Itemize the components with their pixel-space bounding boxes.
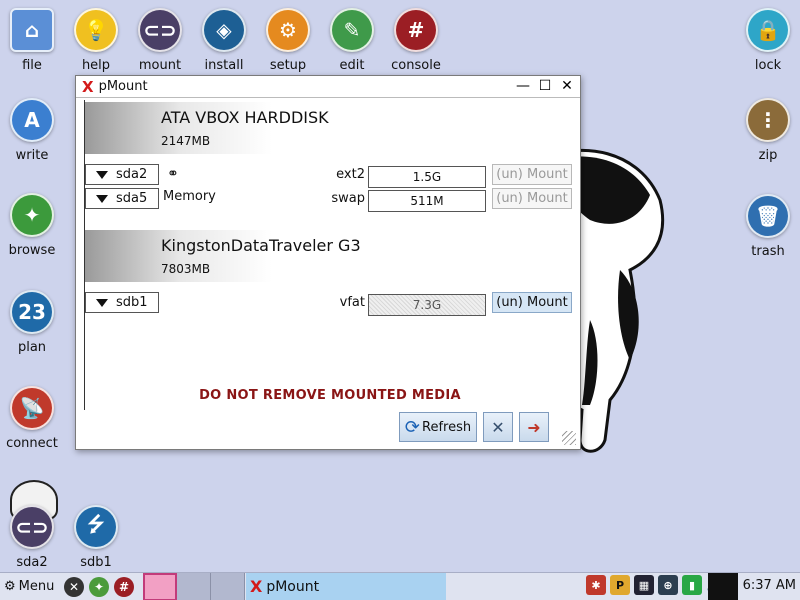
exit-door-icon: ➜ <box>527 417 541 437</box>
fs-label: ext2 <box>336 167 365 182</box>
pen-icon: A <box>10 98 54 142</box>
desktop-icon-help[interactable]: 💡 help <box>64 8 128 73</box>
partition-button-sda5[interactable]: sda5 <box>85 188 159 209</box>
pencil-icon: ✎ <box>330 8 374 52</box>
desktop-icon-browse[interactable]: ✦ browse <box>0 193 64 258</box>
desktop-icon-edit[interactable]: ✎ edit <box>320 8 384 73</box>
pmount-logo-icon: X <box>82 77 94 96</box>
workspace-3[interactable] <box>211 572 245 600</box>
close-window-icon[interactable]: ✕ <box>64 576 84 597</box>
dropdown-arrow-icon <box>96 298 108 307</box>
desktop-icon-sda2[interactable]: ⊂⊃ sda2 <box>0 505 64 570</box>
disk-name: KingstonDataTraveler G3 <box>161 236 361 255</box>
resize-grip[interactable] <box>562 431 576 445</box>
gear-icon: ⚙ <box>266 8 310 52</box>
close-button[interactable]: ✕ <box>560 78 574 94</box>
folder-home-icon: ⌂ <box>10 8 54 52</box>
desktop-icon-file[interactable]: ⌂ file <box>0 8 64 73</box>
desktop-icon-console[interactable]: # console <box>384 8 448 73</box>
disk-name: ATA VBOX HARDDISK <box>161 108 329 127</box>
partition-button-sda2[interactable]: sda2 <box>85 164 159 185</box>
minimize-button[interactable]: — <box>516 78 530 94</box>
mount-button-sda2[interactable]: (un) Mount <box>492 164 572 185</box>
terminal-icon: # <box>394 8 438 52</box>
dropdown-arrow-icon <box>96 194 108 203</box>
dropdown-arrow-icon <box>96 170 108 179</box>
size-box: 7.3G <box>368 294 486 316</box>
window-titlebar[interactable]: X pMount — ☐ ✕ <box>76 76 580 98</box>
network-icon[interactable]: ⊕ <box>658 575 678 595</box>
menu-button[interactable]: ⚙ Menu <box>0 579 64 594</box>
mount-button-sdb1[interactable]: (un) Mount <box>492 292 572 313</box>
desktop-icon-install[interactable]: ◈ install <box>192 8 256 73</box>
cpu-monitor-icon[interactable]: ▦ <box>634 575 654 595</box>
warning-text: DO NOT REMOVE MOUNTED MEDIA <box>199 388 461 403</box>
exit-button[interactable]: ➜ <box>519 412 549 442</box>
refresh-button[interactable]: ⟳ Refresh <box>399 412 477 442</box>
settings-button[interactable]: ✕ <box>483 412 513 442</box>
trash-icon: 🗑 <box>746 194 790 238</box>
taskbar: ⚙ Menu ✕ ✦ # X pMount ✱ P ▦ ⊕ ▮ 🔊 6:37 A… <box>0 572 800 600</box>
console-launcher-icon[interactable]: # <box>114 576 134 597</box>
pmount-content: ATA VBOX HARDDISK 2147MB sda2 ⚭ ext2 1.5… <box>84 100 574 410</box>
padlock-icon: 🔒 <box>746 8 790 52</box>
clipboard-icon[interactable]: P <box>610 575 630 595</box>
workspace-1[interactable] <box>143 572 177 600</box>
refresh-icon: ⟳ <box>404 416 420 438</box>
toggle-icon: ⊂⊃ <box>138 8 182 52</box>
zipper-icon: ⋮ <box>746 98 790 142</box>
shield-icon[interactable]: ✱ <box>586 575 606 595</box>
pmount-window: X pMount — ☐ ✕ ATA VBOX HARDDISK 2147MB … <box>75 75 581 450</box>
calendar-icon: 23 <box>10 290 54 334</box>
disk-size: 2147MB <box>161 134 211 148</box>
desktop-icon-trash[interactable]: 🗑 trash <box>736 194 800 259</box>
desktop-icon-plan[interactable]: 23 plan <box>0 290 64 355</box>
desktop-icon-sdb1[interactable]: ⭍ sdb1 <box>64 505 128 570</box>
fs-label: vfat <box>339 295 365 310</box>
desktop-icon-connect[interactable]: 📡 connect <box>0 386 64 451</box>
maximize-button[interactable]: ☐ <box>538 78 552 94</box>
disk-size: 7803MB <box>161 262 211 276</box>
disk-header-1: ATA VBOX HARDDISK 2147MB <box>85 102 425 154</box>
desktop-icon-lock[interactable]: 🔒 lock <box>736 8 800 73</box>
menu-icon: ⚙ <box>4 579 16 594</box>
compass-icon: ✦ <box>10 193 54 237</box>
size-box: 1.5G <box>368 166 486 188</box>
usb-icon: ⭍ <box>74 505 118 549</box>
desktop-icon-setup[interactable]: ⚙ setup <box>256 8 320 73</box>
tools-icon: ✕ <box>491 417 505 437</box>
fs-label: swap <box>331 191 365 206</box>
desktop-icon-zip[interactable]: ⋮ zip <box>736 98 800 163</box>
mount-button-sda5[interactable]: (un) Mount <box>492 188 572 209</box>
size-box: 511M <box>368 190 486 212</box>
desktop-icon-mount[interactable]: ⊂⊃ mount <box>128 8 192 73</box>
partition-button-sdb1[interactable]: sdb1 <box>85 292 159 313</box>
taskbar-task-pmount[interactable]: X pMount <box>246 573 446 600</box>
storage-icon[interactable]: ▮ <box>682 575 702 595</box>
desktop-icon-write[interactable]: A write <box>0 98 64 163</box>
tray-black-area <box>708 573 738 600</box>
drive-toggle-icon: ⊂⊃ <box>10 505 54 549</box>
memory-label: Memory <box>163 189 216 204</box>
swap-link-icon: ⚭ <box>167 166 179 182</box>
lightbulb-icon: 💡 <box>74 8 118 52</box>
clock[interactable]: 6:37 AM <box>743 578 796 593</box>
system-tray: ✱ P ▦ ⊕ ▮ 🔊 <box>586 575 726 595</box>
pmount-logo-icon: X <box>250 577 263 596</box>
dropbox-icon: ◈ <box>202 8 246 52</box>
disk-header-2: KingstonDataTraveler G3 7803MB <box>85 230 425 282</box>
workspace-2[interactable] <box>177 572 211 600</box>
satellite-dish-icon: 📡 <box>10 386 54 430</box>
window-title: pMount <box>98 79 148 94</box>
browser-launcher-icon[interactable]: ✦ <box>89 576 109 597</box>
